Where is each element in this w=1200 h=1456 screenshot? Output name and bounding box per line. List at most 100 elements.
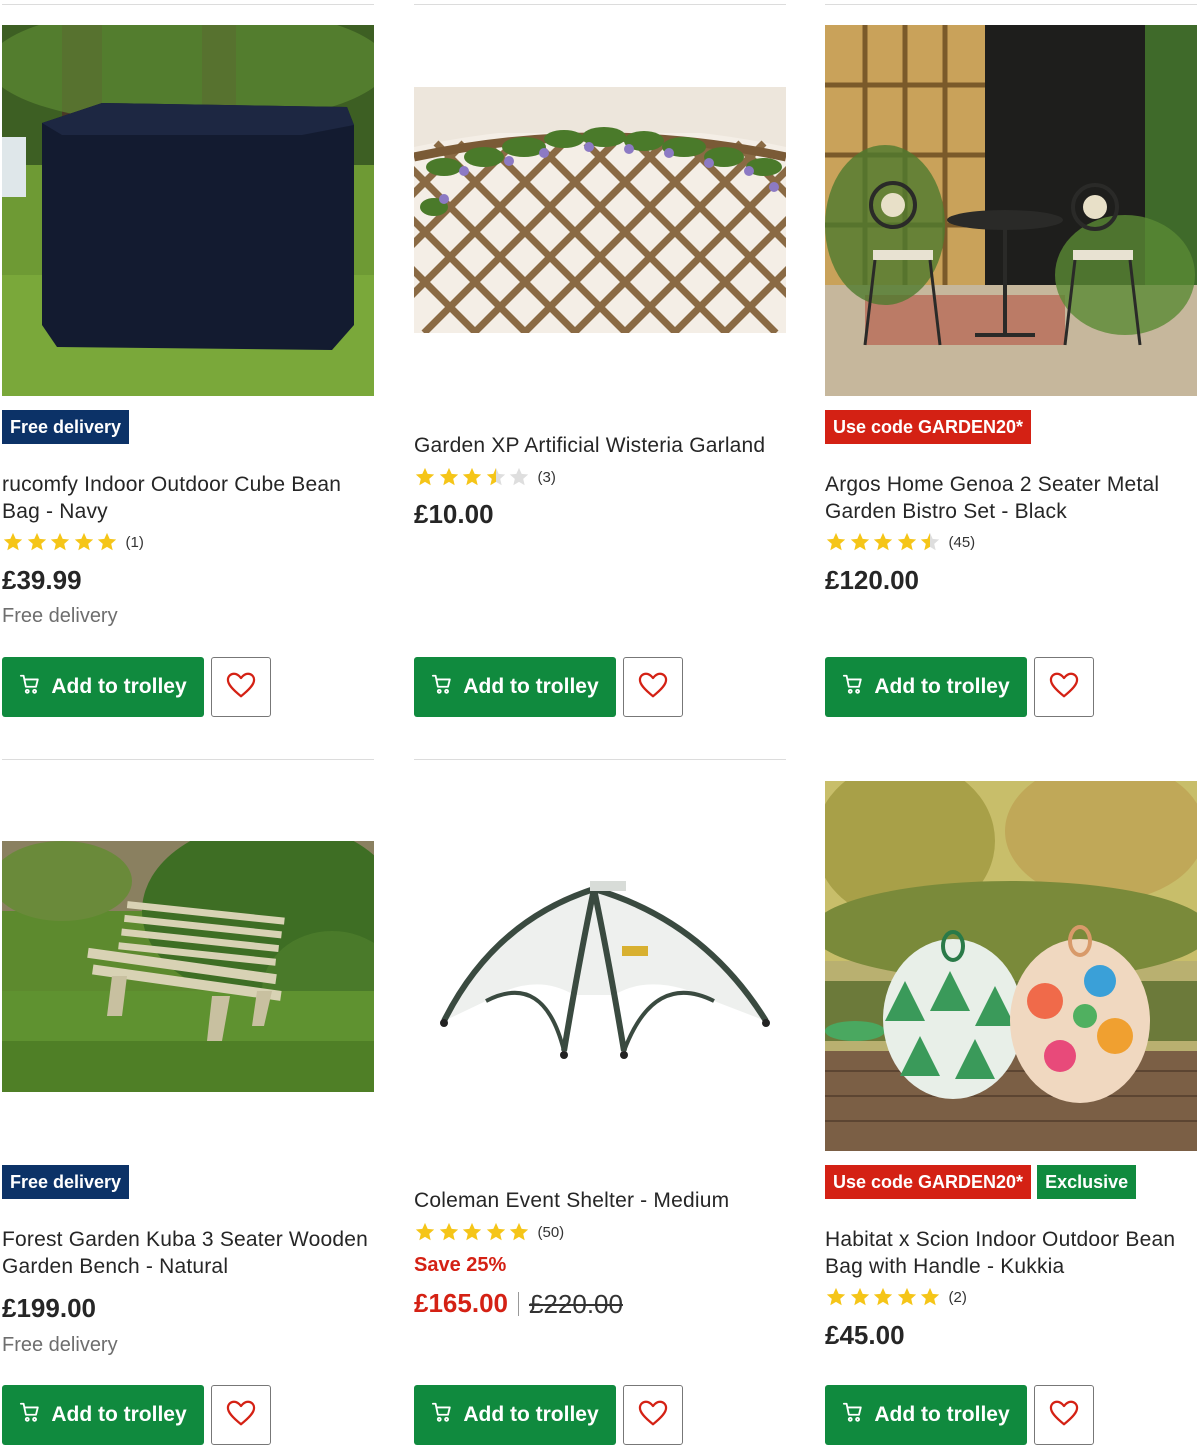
product-image[interactable] xyxy=(414,87,786,333)
wishlist-button[interactable] xyxy=(211,1385,271,1445)
star-icon xyxy=(462,1222,482,1241)
rating-count: (3) xyxy=(537,468,556,486)
wishlist-button[interactable] xyxy=(1034,1385,1094,1445)
trolley-icon xyxy=(19,673,41,701)
product-title[interactable]: Habitat x Scion Indoor Outdoor Bean Bag … xyxy=(825,1226,1197,1280)
add-to-trolley-button[interactable]: Add to trolley xyxy=(414,1385,616,1445)
product-price: £199.00 xyxy=(2,1293,96,1323)
add-to-trolley-label: Add to trolley xyxy=(874,1403,1010,1426)
product-title-line[interactable]: Garden XP Artificial Wisteria Garland xyxy=(414,432,786,459)
star-icon xyxy=(486,1222,505,1241)
star-rating xyxy=(825,531,943,553)
product-image[interactable] xyxy=(825,25,1197,396)
trolley-icon xyxy=(431,673,453,701)
delivery-note: Free delivery xyxy=(2,1334,118,1356)
product-title-line[interactable]: rucomfy Indoor Outdoor Cube Bean xyxy=(2,471,374,498)
star-icon xyxy=(850,1287,869,1306)
star-icon xyxy=(826,1287,846,1306)
badge-row: Use code GARDEN20* xyxy=(825,410,1032,444)
heart-icon xyxy=(638,671,668,704)
wishlist-button[interactable] xyxy=(623,657,683,717)
trolley-icon xyxy=(842,673,864,701)
product-title[interactable]: Garden XP Artificial Wisteria Garland xyxy=(414,432,786,459)
was-price: £220.00 xyxy=(517,1291,623,1317)
rating: (2) xyxy=(825,1286,967,1308)
star-icon xyxy=(850,532,869,551)
product-title-line[interactable]: Garden Bench - Natural xyxy=(2,1253,374,1280)
star-icon xyxy=(462,467,482,486)
product-title[interactable]: rucomfy Indoor Outdoor Cube Bean Bag - N… xyxy=(2,471,374,525)
product-title-line[interactable]: Habitat x Scion Indoor Outdoor Bean xyxy=(825,1226,1197,1253)
star-icon xyxy=(920,1287,940,1306)
divider xyxy=(825,4,1197,5)
star-icon xyxy=(897,532,916,551)
star-rating xyxy=(414,466,532,488)
star-icon xyxy=(873,1287,893,1306)
trolley-icon xyxy=(431,1401,453,1429)
divider xyxy=(2,759,374,760)
product-title[interactable]: Coleman Event Shelter - Medium xyxy=(414,1187,786,1214)
add-to-trolley-button[interactable]: Add to trolley xyxy=(2,1385,204,1445)
add-to-trolley-button[interactable]: Add to trolley xyxy=(2,657,204,717)
product-title-line[interactable]: Coleman Event Shelter - Medium xyxy=(414,1187,786,1214)
wishlist-button[interactable] xyxy=(623,1385,683,1445)
product-price: £39.99 xyxy=(2,565,82,595)
badge-row: Free delivery xyxy=(2,410,130,444)
star-icon xyxy=(27,532,46,551)
add-to-trolley-button[interactable]: Add to trolley xyxy=(825,1385,1027,1445)
rating: (45) xyxy=(825,531,975,553)
star-rating xyxy=(825,1286,943,1308)
add-to-trolley-label: Add to trolley xyxy=(463,675,599,698)
wishlist-button[interactable] xyxy=(211,657,271,717)
product-image[interactable] xyxy=(414,781,786,1152)
exclusive-badge: Exclusive xyxy=(1037,1165,1137,1199)
sale-price: £165.00 xyxy=(414,1288,508,1318)
add-to-trolley-button[interactable]: Add to trolley xyxy=(414,657,616,717)
product-title-line[interactable]: Forest Garden Kuba 3 Seater Wooden xyxy=(2,1226,374,1253)
star-icon xyxy=(74,532,93,551)
product-title-line[interactable]: Bag with Handle - Kukkia xyxy=(825,1253,1197,1280)
rating-count: (50) xyxy=(537,1223,565,1241)
star-icon xyxy=(97,532,117,551)
product-price: £10.00 xyxy=(414,499,494,529)
star-icon xyxy=(415,467,435,486)
product-image[interactable] xyxy=(2,25,374,396)
star-icon xyxy=(415,1222,435,1241)
heart-icon xyxy=(226,671,256,704)
add-to-trolley-label: Add to trolley xyxy=(51,1403,187,1426)
rating-count: (1) xyxy=(125,533,144,551)
delivery-note: Free delivery xyxy=(2,605,118,627)
divider xyxy=(414,759,786,760)
product-price: £45.00 xyxy=(825,1320,905,1350)
star-icon xyxy=(920,532,940,551)
product-price: £120.00 xyxy=(825,565,919,595)
star-icon xyxy=(439,1222,458,1241)
free-delivery-badge: Free delivery xyxy=(2,410,130,444)
rating: (1) xyxy=(2,531,144,553)
promo-code-badge: Use code GARDEN20* xyxy=(825,1165,1032,1199)
wishlist-button[interactable] xyxy=(1034,657,1094,717)
product-image[interactable] xyxy=(2,841,374,1092)
product-title-line[interactable]: Argos Home Genoa 2 Seater Metal xyxy=(825,471,1197,498)
rating-count: (2) xyxy=(948,1288,967,1306)
trolley-icon xyxy=(842,1401,864,1429)
badge-row: Use code GARDEN20* Exclusive xyxy=(825,1165,1137,1199)
star-icon xyxy=(50,532,70,551)
star-icon xyxy=(873,532,893,551)
add-to-trolley-button[interactable]: Add to trolley xyxy=(825,657,1027,717)
trolley-icon xyxy=(19,1401,41,1429)
divider xyxy=(414,4,786,5)
product-title[interactable]: Forest Garden Kuba 3 Seater Wooden Garde… xyxy=(2,1226,374,1280)
add-to-trolley-label: Add to trolley xyxy=(51,675,187,698)
badge-row: Free delivery xyxy=(2,1165,130,1199)
star-icon xyxy=(486,467,505,486)
product-title-line[interactable]: Bag - Navy xyxy=(2,498,374,525)
rating-count: (45) xyxy=(948,533,976,551)
heart-icon xyxy=(1049,1399,1079,1432)
heart-icon xyxy=(1049,671,1079,704)
star-icon xyxy=(3,532,23,551)
product-title[interactable]: Argos Home Genoa 2 Seater Metal Garden B… xyxy=(825,471,1197,525)
product-image[interactable] xyxy=(825,781,1197,1151)
free-delivery-badge: Free delivery xyxy=(2,1165,130,1199)
product-title-line[interactable]: Garden Bistro Set - Black xyxy=(825,498,1197,525)
